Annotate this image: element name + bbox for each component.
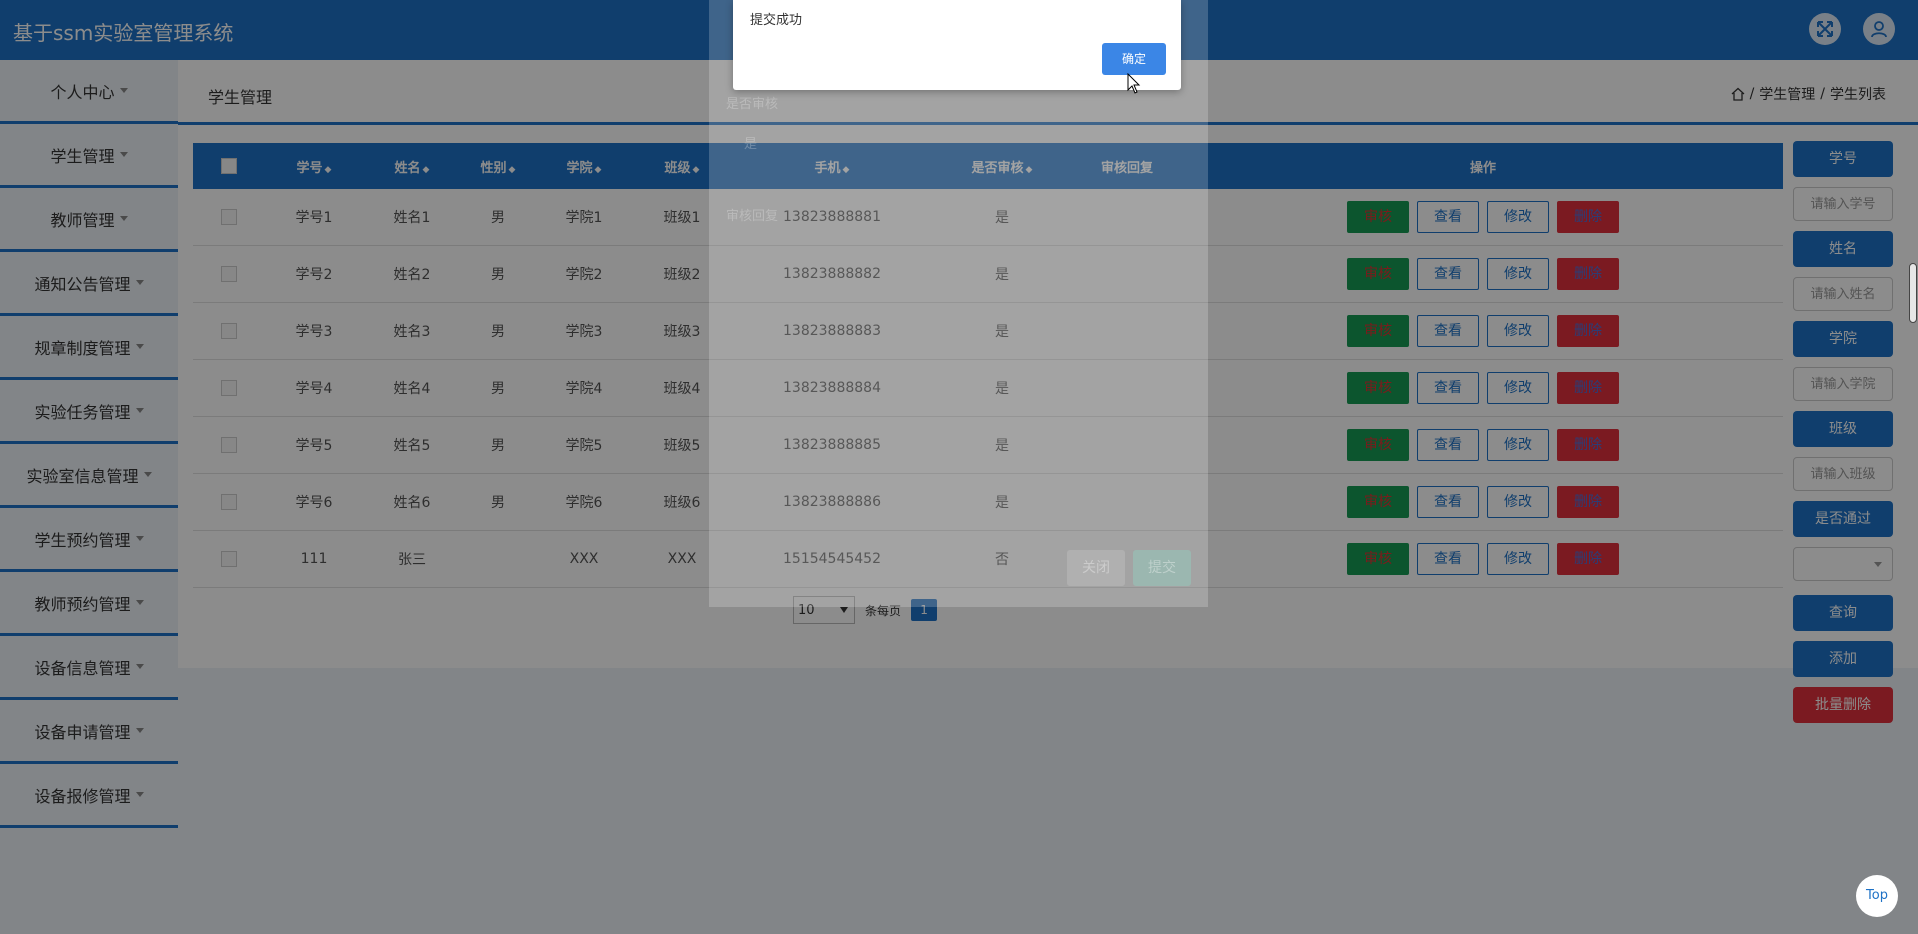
- audit-status-value[interactable]: 是: [744, 133, 757, 152]
- alert-dialog: 提交成功 确定: [733, 0, 1181, 90]
- scrollbar[interactable]: [1909, 263, 1917, 323]
- audit-reply-label: 审核回复: [726, 209, 779, 224]
- alert-message: 提交成功: [750, 13, 803, 28]
- submit-button[interactable]: 提交: [1133, 550, 1191, 586]
- close-button[interactable]: 关闭: [1067, 550, 1125, 586]
- back-to-top-button[interactable]: Top: [1856, 875, 1898, 917]
- mouse-cursor-icon: [1127, 73, 1141, 94]
- confirm-button[interactable]: 确定: [1102, 43, 1166, 75]
- audit-status-label: 是否审核: [726, 97, 779, 112]
